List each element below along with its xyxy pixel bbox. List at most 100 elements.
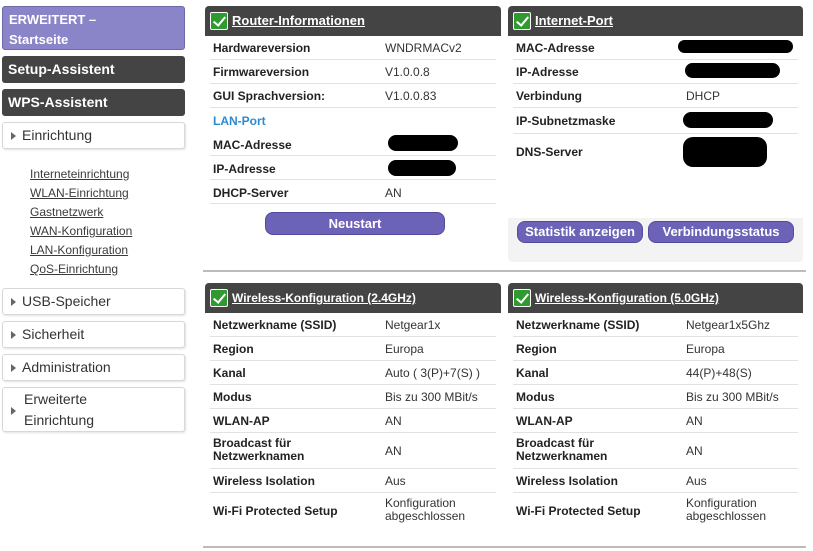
sidebar-item-advanced-setup[interactable]: Erweiterte Einrichtung — [2, 387, 185, 432]
info-row: WLAN-AP AN — [210, 409, 496, 433]
info-row: Kanal Auto ( 3(P)+7(S) ) — [210, 361, 496, 385]
link-qos-setup[interactable]: QoS-Einrichtung — [30, 260, 132, 279]
section-divider — [203, 270, 806, 272]
connection-status-button[interactable]: Verbindungsstatus — [648, 221, 794, 243]
check-icon — [210, 12, 228, 30]
wireless-50-title[interactable]: Wireless-Konfiguration (5.0GHz) — [535, 291, 719, 305]
lan-port-heading: LAN-Port — [213, 114, 266, 128]
info-value: Europa — [686, 342, 725, 356]
info-row: Wi-Fi Protected Setup Konfiguration abges… — [513, 493, 798, 530]
info-label: WLAN-AP — [213, 414, 270, 428]
info-label: Wi-Fi Protected Setup — [213, 504, 338, 518]
info-value: Auto ( 3(P)+7(S) ) — [385, 366, 481, 380]
info-value: Konfiguration abgeschlossen — [385, 496, 466, 523]
link-wlan-setup[interactable]: WLAN-Einrichtung — [30, 184, 132, 203]
expand-arrow-icon — [11, 132, 16, 141]
info-value: AN — [686, 414, 703, 428]
expand-arrow-icon — [11, 364, 16, 373]
sidebar-item-security[interactable]: Sicherheit — [2, 321, 185, 348]
info-row: Wireless Isolation Aus — [513, 469, 798, 493]
info-value: Aus — [686, 474, 707, 488]
info-label: MAC-Adresse — [213, 138, 292, 152]
info-row: Region Europa — [513, 337, 798, 361]
check-icon — [210, 289, 228, 307]
info-label: Hardwareversion — [213, 41, 311, 55]
sidebar-item-usb[interactable]: USB-Speicher — [2, 288, 185, 315]
sidebar-advanced-label: ERWEITERT – — [9, 12, 97, 27]
info-label: Firmwareversion — [213, 65, 310, 79]
redacted-value — [678, 40, 793, 53]
redacted-value — [683, 137, 767, 167]
sidebar-item-label-line2: Einrichtung — [24, 412, 95, 428]
info-row: GUI Sprachversion: V1.0.0.83 — [210, 84, 496, 108]
sidebar-wps-assistant[interactable]: WPS-Assistent — [2, 89, 185, 116]
info-value: Bis zu 300 MBit/s — [385, 390, 478, 404]
info-row: Firmwareversion V1.0.0.8 — [210, 60, 496, 84]
wireless-50-body: Netzwerkname (SSID) Netgear1x5Ghz Region E… — [508, 313, 803, 536]
info-label: Modus — [516, 390, 555, 404]
show-statistics-button[interactable]: Statistik anzeigen — [517, 221, 643, 243]
check-icon — [513, 289, 531, 307]
info-row: IP-Adresse — [210, 156, 496, 180]
info-row: Hardwareversion WNDRMACv2 — [210, 36, 496, 60]
restart-button[interactable]: Neustart — [265, 212, 445, 235]
info-row: Broadcast für Netzwerknamen AN — [210, 433, 496, 469]
info-row: Wi-Fi Protected Setup Konfiguration abges… — [210, 493, 496, 530]
info-row: Verbindung DHCP — [513, 84, 798, 108]
wireless-24-title[interactable]: Wireless-Konfiguration (2.4GHz) — [232, 291, 416, 305]
panel-header: Wireless-Konfiguration (5.0GHz) — [508, 283, 803, 313]
info-label: Kanal — [516, 366, 549, 380]
info-label: Netzwerkname (SSID) — [516, 318, 640, 332]
info-value: AN — [686, 444, 703, 458]
internet-port-panel: Internet-Port MAC-Adresse IP-Adresse Ver… — [508, 6, 803, 262]
panel-header: Router-Informationen — [205, 6, 501, 36]
sidebar-item-label-line1: Erweiterte — [24, 391, 88, 407]
sidebar-advanced-home[interactable]: ERWEITERT – Startseite — [2, 6, 185, 50]
redacted-value — [685, 63, 780, 78]
sidebar: ERWEITERT – Startseite Setup-Assistent W… — [0, 0, 188, 551]
info-value: Netgear1x5Ghz — [686, 318, 771, 332]
info-label: DNS-Server — [516, 145, 583, 159]
link-lan-config[interactable]: LAN-Konfiguration — [30, 241, 132, 260]
info-value: Aus — [385, 474, 406, 488]
sidebar-home-label: Startseite — [9, 32, 69, 47]
info-label: IP-Adresse — [213, 162, 276, 176]
info-label: Modus — [213, 390, 252, 404]
router-info-title[interactable]: Router-Informationen — [232, 13, 365, 28]
info-value: Netgear1x — [385, 318, 441, 332]
router-info-panel: Router-Informationen Hardwareversion WND… — [205, 6, 501, 262]
info-value: V1.0.0.8 — [385, 65, 430, 79]
info-value: V1.0.0.83 — [385, 89, 437, 103]
info-label: IP-Subnetzmaske — [516, 114, 616, 128]
info-label: Wireless Isolation — [213, 474, 315, 488]
sidebar-item-setup[interactable]: Einrichtung — [2, 122, 185, 149]
info-value: Konfiguration abgeschlossen — [686, 496, 767, 523]
redacted-value — [683, 112, 773, 128]
info-label: Region — [516, 342, 557, 356]
expand-arrow-icon — [11, 331, 16, 340]
panel-header: Internet-Port — [508, 6, 803, 36]
sidebar-setup-assistant[interactable]: Setup-Assistent — [2, 56, 185, 83]
info-label: Broadcast für Netzwerknamen — [213, 436, 305, 463]
redacted-value — [388, 160, 456, 176]
info-row: Broadcast für Netzwerknamen AN — [513, 433, 798, 469]
panel-header: Wireless-Konfiguration (2.4GHz) — [205, 283, 501, 313]
info-row: Wireless Isolation Aus — [210, 469, 496, 493]
info-value: AN — [385, 186, 402, 200]
sidebar-item-label: Sicherheit — [22, 326, 85, 342]
sidebar-item-label: Administration — [22, 359, 111, 375]
link-internet-setup[interactable]: Interneteinrichtung — [30, 165, 132, 184]
info-value: AN — [385, 414, 402, 428]
wireless-24-panel: Wireless-Konfiguration (2.4GHz) Netzwerk… — [205, 283, 501, 536]
link-guest-network[interactable]: Gastnetzwerk — [30, 203, 132, 222]
info-label: Broadcast für Netzwerknamen — [516, 436, 608, 463]
info-row: Region Europa — [210, 337, 496, 361]
internet-port-title[interactable]: Internet-Port — [535, 13, 613, 28]
sidebar-item-administration[interactable]: Administration — [2, 354, 185, 381]
info-value: WNDRMACv2 — [385, 41, 462, 55]
info-row: DHCP-Server AN — [210, 180, 496, 204]
wireless-24-body: Netzwerkname (SSID) Netgear1x Region Europ… — [205, 313, 501, 536]
info-label: Wireless Isolation — [516, 474, 618, 488]
link-wan-config[interactable]: WAN-Konfiguration — [30, 222, 132, 241]
section-divider — [203, 546, 806, 548]
